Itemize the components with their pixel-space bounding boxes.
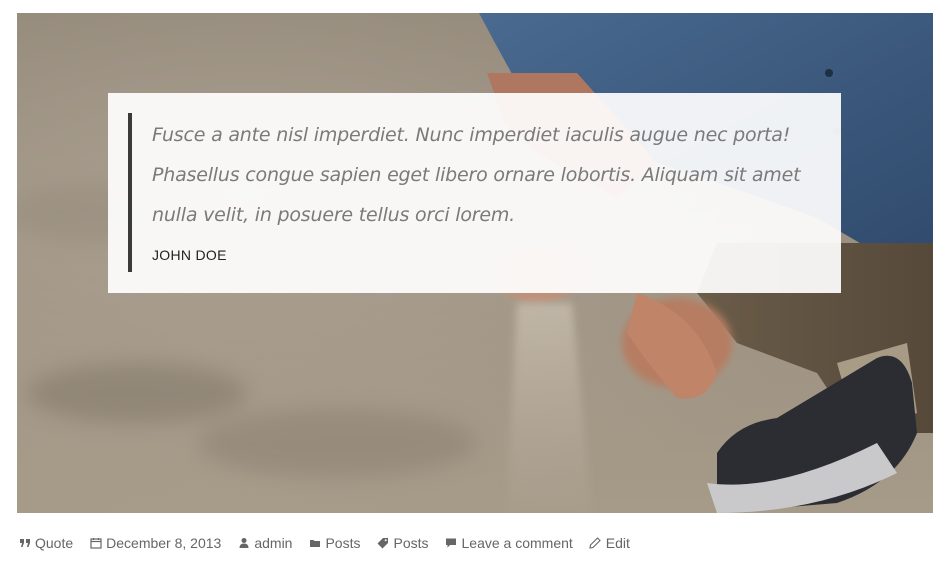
edit-post-label: Edit	[605, 535, 630, 551]
post-category-label: Posts	[325, 535, 361, 551]
leave-comment-label: Leave a comment	[461, 535, 573, 551]
post-tag-label: Posts	[393, 535, 429, 551]
quote-post: Fusce a ante nisl imperdiet. Nunc imperd…	[17, 13, 933, 513]
post-category-link[interactable]: Posts	[308, 535, 360, 551]
folder-icon	[308, 537, 321, 550]
post-meta: Quote December 8, 2013 admin Posts Posts…	[18, 533, 646, 553]
post-author-link[interactable]: admin	[237, 535, 292, 551]
user-icon	[237, 537, 250, 550]
quote-text: Fusce a ante nisl imperdiet. Nunc imperd…	[152, 124, 801, 226]
post-date-link[interactable]: December 8, 2013	[89, 535, 221, 551]
leave-comment-link[interactable]: Leave a comment	[445, 535, 573, 551]
comment-icon	[445, 537, 458, 550]
edit-post-link[interactable]: Edit	[589, 535, 630, 551]
post-tag-link[interactable]: Posts	[376, 535, 429, 551]
quote-accent-bar	[128, 113, 132, 272]
post-format-label: Quote	[35, 535, 74, 551]
post-author-label: admin	[254, 535, 293, 551]
tag-icon	[376, 537, 389, 550]
calendar-icon	[89, 537, 102, 550]
post-format-link[interactable]: Quote	[18, 535, 73, 551]
quote-author: JOHN DOE	[152, 247, 227, 263]
quote-card: Fusce a ante nisl imperdiet. Nunc imperd…	[108, 93, 841, 293]
quote-icon	[18, 537, 31, 550]
pencil-icon	[589, 537, 602, 550]
post-date-label: December 8, 2013	[106, 535, 222, 551]
